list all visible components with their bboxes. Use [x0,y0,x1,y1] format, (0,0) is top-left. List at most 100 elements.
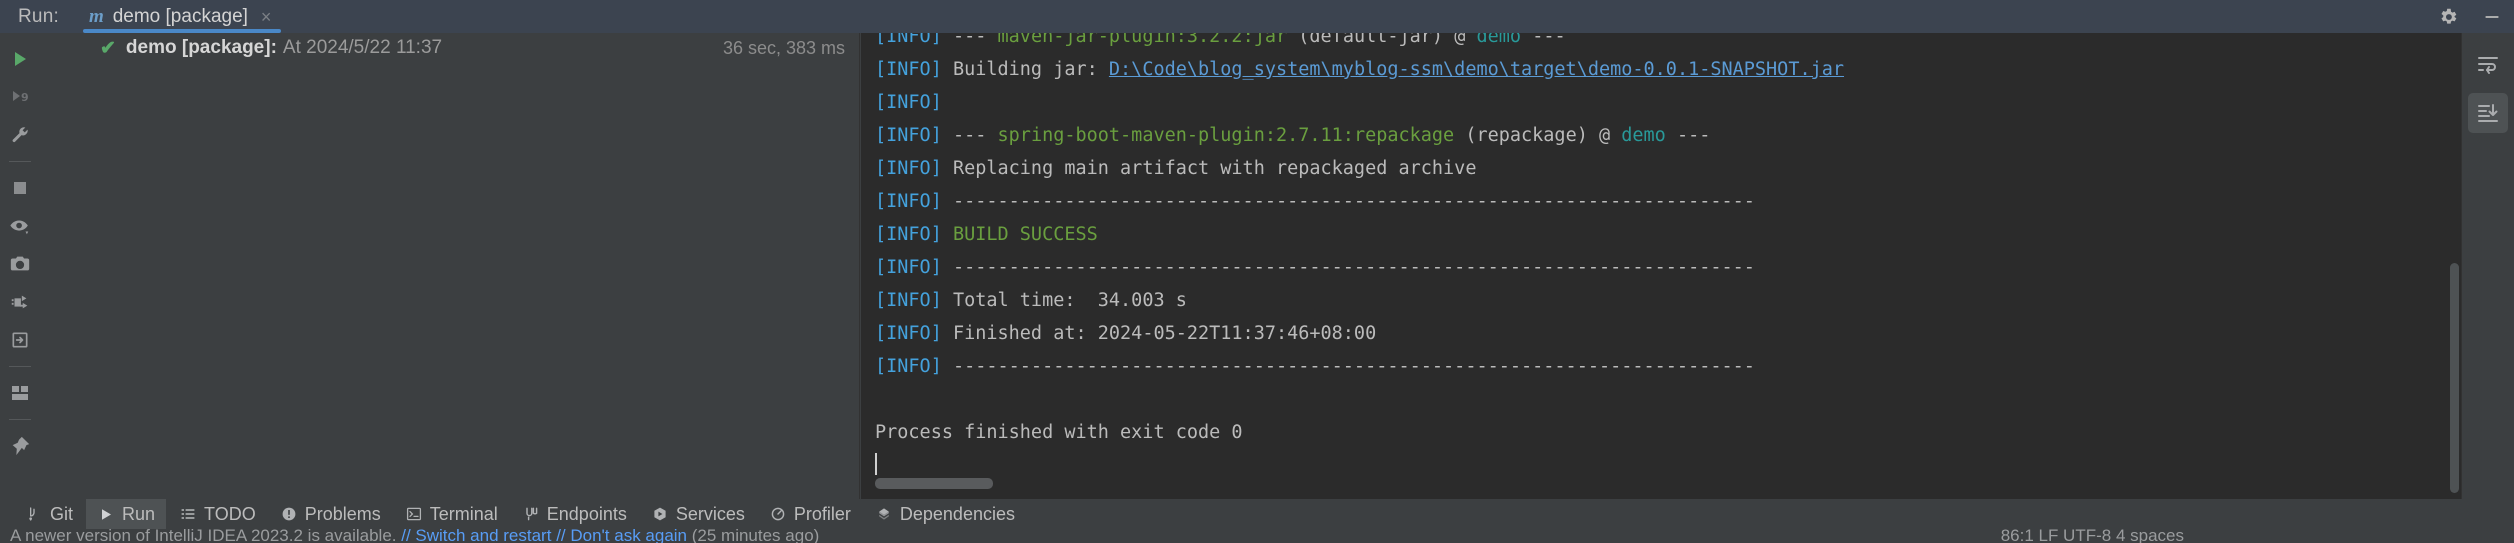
bug-arrow-icon[interactable] [3,285,37,319]
console-vertical-scrollbar[interactable] [2450,263,2459,493]
console-segment: (repackage) [1465,125,1599,146]
status-bar: A newer version of IntelliJ IDEA 2023.2 … [0,529,2514,543]
toolbar-separator [9,366,31,367]
ide-window: Run: m demo [package] × 9 ✔ demo [packag… [0,0,2514,543]
console-segment: maven-jar-plugin:3.2.2:jar [997,33,1299,47]
sidebar-item-label: Services [675,503,745,524]
sidebar-item-profiler[interactable]: Profiler [758,499,862,529]
problems-warning-icon [280,505,298,523]
pin-icon[interactable] [3,429,37,463]
text-caret [875,453,877,475]
sidebar-item-label: Terminal [429,503,498,524]
tool-window-bar: Git Run TODO Problems Terminal Endpoints… [0,499,2514,529]
console-segment: ----------------------------------------… [952,257,1755,278]
dependencies-icon [875,505,893,523]
sidebar-item-services[interactable]: Services [640,499,756,529]
tree-item-duration: 36 sec, 383 ms [722,37,845,58]
console-line: [INFO] Total time: 34.003 s [875,284,1844,317]
sidebar-item-label: Profiler [793,503,851,524]
status-bar-editor-info[interactable]: 86:1 LF UTF-8 4 spaces [2001,529,2184,543]
console-segment: (default-jar) [1298,33,1455,47]
console-segment: --- [1676,125,1711,146]
console-segment: @ [1454,33,1477,47]
rerun-button[interactable] [3,42,37,76]
close-icon[interactable]: × [261,8,272,26]
sidebar-item-label: Problems [304,503,381,524]
console-segment: BUILD SUCCESS [952,224,1098,245]
console-segment: [INFO] [875,323,953,344]
console-file-link[interactable]: D:\Code\blog_system\myblog-ssm\demo\targ… [1109,59,1844,80]
profiler-icon [769,505,787,523]
console-line: [INFO] [875,86,1844,119]
sidebar-item-git[interactable]: Git [14,499,84,529]
console-segment: Finished at: 2024-05-22T11:37:46+08:00 [952,323,1377,344]
console-segment: [INFO] [875,59,953,80]
camera-icon[interactable] [3,247,37,281]
console-line: [INFO] ---------------------------------… [875,185,1844,218]
toolbar-separator [9,419,31,420]
sidebar-item-terminal[interactable]: Terminal [394,499,509,529]
console-line: [INFO] ---------------------------------… [875,251,1844,284]
status-switch-link[interactable]: // Switch and restart [401,529,551,543]
console-segment: @ [1598,125,1622,146]
layout-icon[interactable] [3,376,37,410]
console-segment: --- [952,33,998,47]
sidebar-item-label: Run [122,503,156,524]
console-line: [INFO] Finished at: 2024-05-22T11:37:46+… [875,317,1844,350]
console-segment: Replacing main artifact with repackaged … [952,158,1477,179]
console-segment: [INFO] [875,257,953,278]
terminal-icon [405,505,423,523]
sidebar-item-problems[interactable]: Problems [269,499,392,529]
console-segment: [INFO] [875,158,953,179]
run-tool-window-header: Run: m demo [package] × [0,0,2514,33]
wrench-icon[interactable] [3,118,37,152]
tree-item-timestamp: At 2024/5/22 11:37 [282,37,443,58]
soft-wrap-icon[interactable] [2468,45,2508,85]
console-segment: Total time: 34.003 s [952,290,1187,311]
eye-icon[interactable] [3,209,37,243]
console-output[interactable]: [INFO] --- maven-jar-plugin:3.2.2:jar (d… [861,33,2461,499]
console-segment: [INFO] [875,92,953,113]
gear-icon[interactable] [2426,0,2470,33]
sidebar-item-todo[interactable]: TODO [168,499,267,529]
sidebar-item-label: Dependencies [899,503,1015,524]
console-text: [INFO] --- maven-jar-plugin:3.2.2:jar (d… [861,33,1844,482]
run-results-tree: ✔ demo [package]: At 2024/5/22 11:37 36 … [40,33,860,499]
console-actions-toolbar [2461,33,2514,499]
console-line: [INFO] --- maven-jar-plugin:3.2.2:jar (d… [875,33,1844,53]
scroll-to-end-icon[interactable] [2468,93,2508,133]
sidebar-item-label: Endpoints [546,503,627,524]
sidebar-item-run[interactable]: Run [86,499,167,529]
toolbar-separator [9,161,31,162]
tab-demo-package[interactable]: m demo [package] × [75,0,286,33]
stop-button[interactable] [3,171,37,205]
console-horizontal-scrollbar[interactable] [875,478,993,489]
console-segment: [INFO] [875,224,953,245]
tree-item-name: demo [package]: [125,37,277,58]
header-spacer [285,0,2426,33]
tree-row[interactable]: ✔ demo [package]: At 2024/5/22 11:37 36 … [40,33,859,63]
console-segment: spring-boot-maven-plugin:2.7.11:repackag… [997,125,1466,146]
console-segment: [INFO] [875,290,953,311]
git-branch-icon [25,505,43,523]
run-tool-window-label: Run: [18,5,59,27]
sidebar-item-dependencies[interactable]: Dependencies [864,499,1026,529]
run-actions-toolbar: 9 [0,33,40,499]
status-bar-message: A newer version of IntelliJ IDEA 2023.2 … [10,529,819,543]
console-line: [INFO] ---------------------------------… [875,350,1844,383]
tab-label: demo [package] [112,5,248,27]
export-arrow-icon[interactable] [3,323,37,357]
console-segment: --- [1532,33,1566,47]
console-line: [INFO] --- spring-boot-maven-plugin:2.7.… [875,119,1844,152]
maven-module-icon: m [88,5,104,27]
rerun-failed-tests-button[interactable]: 9 [3,80,37,114]
console-line: Process finished with exit code 0 [875,416,1844,449]
todo-list-icon [179,505,197,523]
minimize-icon[interactable] [2470,0,2514,33]
svg-text:9: 9 [21,91,29,104]
console-segment: --- [952,125,998,146]
console-segment: ----------------------------------------… [952,356,1755,377]
sidebar-item-endpoints[interactable]: Endpoints [511,499,638,529]
status-dont-ask-link[interactable]: // Don't ask again [556,529,687,543]
console-line: [INFO] Building jar: D:\Code\blog_system… [875,53,1844,86]
